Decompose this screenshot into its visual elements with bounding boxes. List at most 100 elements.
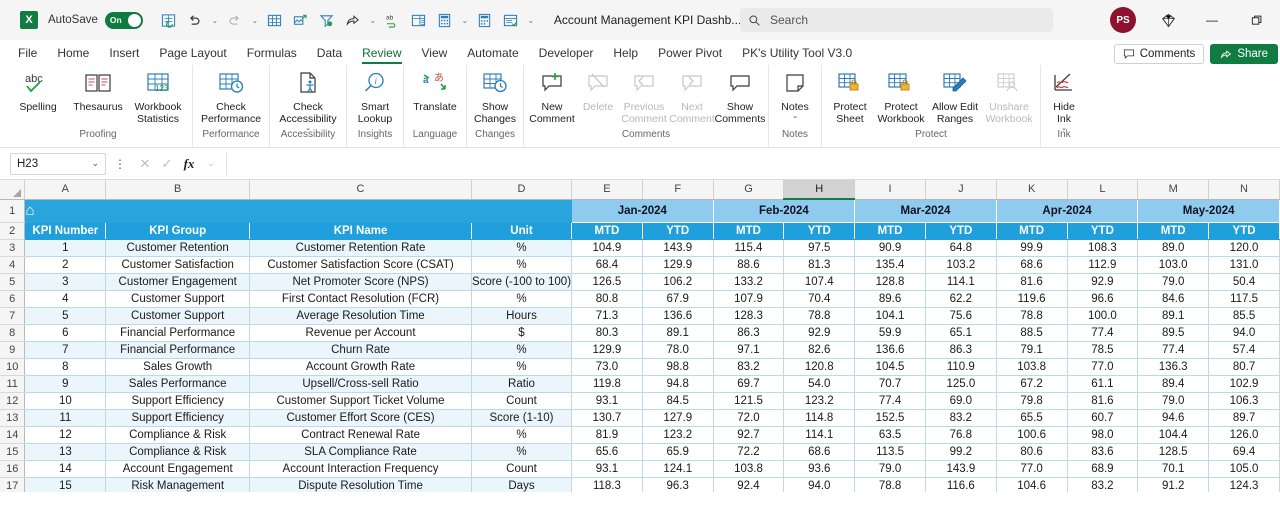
cell-value[interactable]: 84.5 [642,392,714,410]
cell-value[interactable]: 91.2 [1137,477,1210,492]
cell-value[interactable]: 67.2 [996,375,1068,393]
column-header-a[interactable]: A [24,180,107,200]
undo-icon[interactable] [184,9,206,31]
cell-kpi-number[interactable]: 15 [24,477,107,492]
cell-kpi-name[interactable]: Net Promoter Score (NPS) [249,273,472,291]
row-header-5[interactable]: 5 [0,273,26,291]
share-arrow-icon[interactable] [342,9,364,31]
cell-value[interactable]: 120.8 [783,358,856,376]
table-row[interactable]: 17 15 Risk Management Dispute Resolution Ti… [0,477,1280,492]
cell-kpi-number[interactable]: 6 [24,324,107,342]
cell-value[interactable]: 96.3 [642,477,714,492]
cell-value[interactable]: 103.0 [1137,256,1210,274]
tab-insert[interactable]: Insert [99,43,149,65]
cell-kpi-group[interactable]: Customer Satisfaction [105,256,251,274]
cell-kpi-number[interactable]: 10 [24,392,107,410]
row-header-1[interactable]: 1 [0,199,26,223]
cell-value[interactable]: 143.9 [642,239,714,257]
tab-data[interactable]: Data [307,43,352,65]
cell-kpi-number[interactable]: 11 [24,409,107,427]
cell-value[interactable]: 79.0 [1137,392,1210,410]
search-input[interactable]: Search [740,8,1053,32]
cell-unit[interactable]: % [471,358,573,376]
cell-kpi-number[interactable]: 9 [24,375,107,393]
row-header-17[interactable]: 17 [0,477,26,492]
cell-kpi-name[interactable]: Customer Retention Rate [249,239,472,257]
cell-value[interactable]: 59.9 [854,324,926,342]
cell-value[interactable]: 73.0 [571,358,643,376]
cell-kpi-group[interactable]: Customer Support [105,290,251,308]
cell-value[interactable]: 83.2 [1067,477,1139,492]
cell-value[interactable]: 93.6 [783,460,856,478]
cell-value[interactable]: 119.8 [571,375,643,393]
cell-value[interactable]: 110.9 [925,358,997,376]
cell-value[interactable]: 80.3 [571,324,643,342]
cell-kpi-name[interactable]: Contract Renewal Rate [249,426,472,444]
cell-value[interactable]: 79.0 [854,460,926,478]
select-all-corner[interactable] [0,180,26,200]
cell-value[interactable]: 81.3 [783,256,856,274]
cell-value[interactable]: 65.6 [571,443,643,461]
cell-value[interactable]: 136.6 [854,341,926,359]
cell-value[interactable]: 57.4 [1208,341,1280,359]
cell-value[interactable]: 106.2 [642,273,714,291]
tab-pks-utility-tool[interactable]: PK's Utility Tool V3.0 [732,43,862,65]
cell-value[interactable]: 118.3 [571,477,643,492]
formula-input[interactable] [226,152,1276,175]
cell-value[interactable]: 136.6 [642,307,714,325]
row-header-10[interactable]: 10 [0,358,26,376]
cell-value[interactable]: 72.2 [713,443,785,461]
cell-value[interactable]: 86.3 [925,341,997,359]
cell-unit[interactable]: Score (1-10) [471,409,573,427]
cell-value[interactable]: 107.4 [783,273,856,291]
cell-value[interactable]: 69.4 [1208,443,1280,461]
row-header-14[interactable]: 14 [0,426,26,444]
cell-value[interactable]: 88.5 [996,324,1068,342]
allow-edit-ranges-button[interactable]: Allow Edit Ranges [928,65,982,125]
refresh-icon[interactable] [158,9,180,31]
cell-kpi-name[interactable]: Account Interaction Frequency [249,460,472,478]
cell-value[interactable]: 126.5 [571,273,643,291]
row-header-8[interactable]: 8 [0,324,26,342]
cell-value[interactable]: 104.9 [571,239,643,257]
table-row[interactable]: 4 2 Customer Satisfaction Customer Satisfac… [0,256,1280,274]
cell-value[interactable]: 70.1 [1137,460,1210,478]
cell-unit[interactable]: Count [471,460,573,478]
cell-kpi-group[interactable]: Compliance & Risk [105,426,251,444]
column-header-d[interactable]: D [471,180,573,200]
cell-unit[interactable]: Ratio [471,375,573,393]
cell-value[interactable]: 115.4 [713,239,785,257]
cell-value[interactable]: 112.9 [1067,256,1139,274]
row-header-4[interactable]: 4 [0,256,26,274]
comments-button[interactable]: Comments [1113,44,1205,64]
cell-kpi-group[interactable]: Sales Growth [105,358,251,376]
table-row[interactable]: 16 14 Account Engagement Account Interactio… [0,460,1280,478]
share-dropdown-icon[interactable]: ⌄ [368,9,378,31]
calculator-icon[interactable] [434,9,456,31]
cell-value[interactable]: 90.9 [854,239,926,257]
table-row[interactable]: 13 11 Support Efficiency Customer Effort Sc… [0,409,1280,427]
cell-value[interactable]: 126.0 [1208,426,1280,444]
cell-value[interactable]: 69.7 [713,375,785,393]
autosave-toggle[interactable]: On [104,11,143,29]
cell-value[interactable]: 83.2 [713,358,785,376]
cell-value[interactable]: 96.6 [1067,290,1139,308]
tab-help[interactable]: Help [603,43,648,65]
cell-value[interactable]: 70.7 [854,375,926,393]
cell-value[interactable]: 86.3 [713,324,785,342]
cell-value[interactable]: 129.9 [571,341,643,359]
cell-value[interactable]: 65.9 [642,443,714,461]
column-header-c[interactable]: C [249,180,472,200]
picture-export-icon[interactable] [290,9,312,31]
cell-value[interactable]: 70.4 [783,290,856,308]
diamond-icon[interactable] [1148,5,1188,35]
cell-value[interactable]: 92.9 [1067,273,1139,291]
cell-value[interactable]: 119.6 [996,290,1068,308]
table-row[interactable]: 14 12 Compliance & Risk Contract Renewal Ra… [0,426,1280,444]
column-header-l[interactable]: L [1067,180,1139,200]
cell-value[interactable]: 94.0 [1208,324,1280,342]
protect-sheet-button[interactable]: Protect Sheet [826,65,874,125]
tab-developer[interactable]: Developer [529,43,604,65]
cell-value[interactable]: 84.6 [1137,290,1210,308]
cell-value[interactable]: 128.8 [854,273,926,291]
